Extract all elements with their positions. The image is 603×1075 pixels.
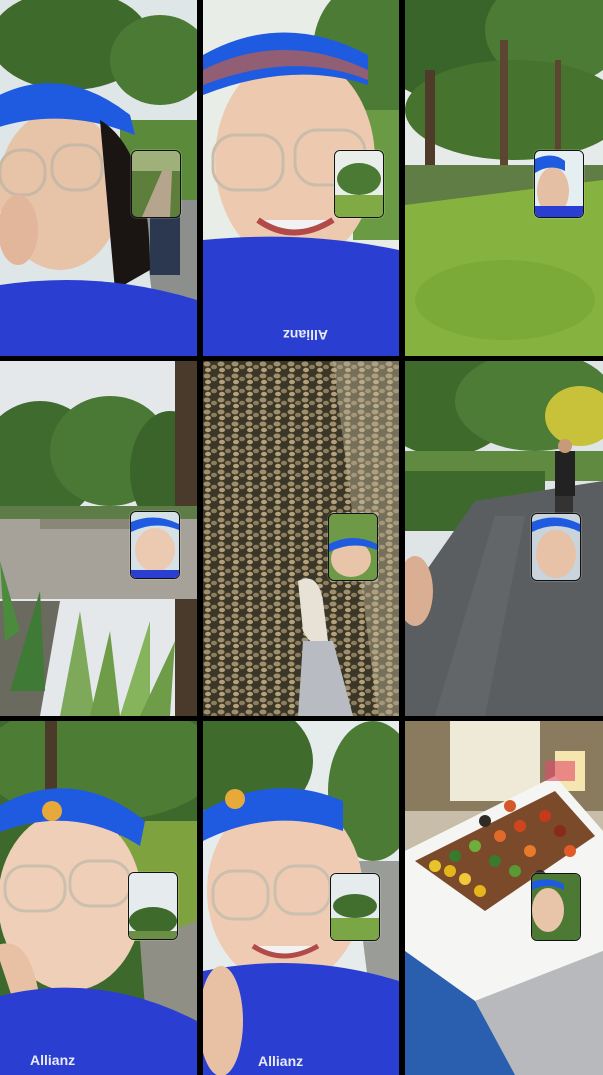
tile-6-inset [531, 513, 581, 581]
tile-1-selfie-cover-nose [0, 0, 197, 356]
tile-9-drinks-cooler [405, 721, 603, 1075]
tile-6-inset-scene [532, 514, 580, 580]
tile-1-inset [131, 150, 181, 218]
tile-4-inset [130, 511, 180, 579]
tile-2-inset-scene [335, 151, 383, 217]
photo-collage-grid: Allianz Allianz Allianz [0, 0, 603, 1075]
tile-2-smiling-selfie: Allianz [203, 0, 399, 356]
tile-5-inset-scene [329, 514, 377, 580]
tile-2-inset [334, 150, 384, 218]
tile-4-pond-fountain [0, 361, 197, 716]
tile-3-park-lawn [405, 0, 603, 356]
tile-5-pebble-path [203, 361, 399, 716]
tile-3-inset [534, 150, 584, 218]
tile-7-inset-scene [129, 873, 177, 939]
tile-7-shirt-text: Allianz [30, 1052, 75, 1068]
tile-1-inset-scene [132, 151, 180, 217]
tile-4-inset-scene [131, 512, 179, 578]
tile-8-shirt-text: Allianz [258, 1053, 303, 1069]
tile-8-inset [330, 873, 380, 941]
tile-5-inset [328, 513, 378, 581]
tile-7-selfie-glasses: Allianz [0, 721, 197, 1075]
tile-2-shirt-text: Allianz [283, 327, 328, 343]
tile-6-park-path-runner [405, 361, 603, 716]
tile-3-inset-scene [535, 151, 583, 217]
tile-9-inset [531, 873, 581, 941]
tile-8-inset-scene [331, 874, 379, 940]
tile-9-inset-scene [532, 874, 580, 940]
tile-7-inset [128, 872, 178, 940]
tile-8-smiling-selfie: Allianz [203, 721, 399, 1075]
